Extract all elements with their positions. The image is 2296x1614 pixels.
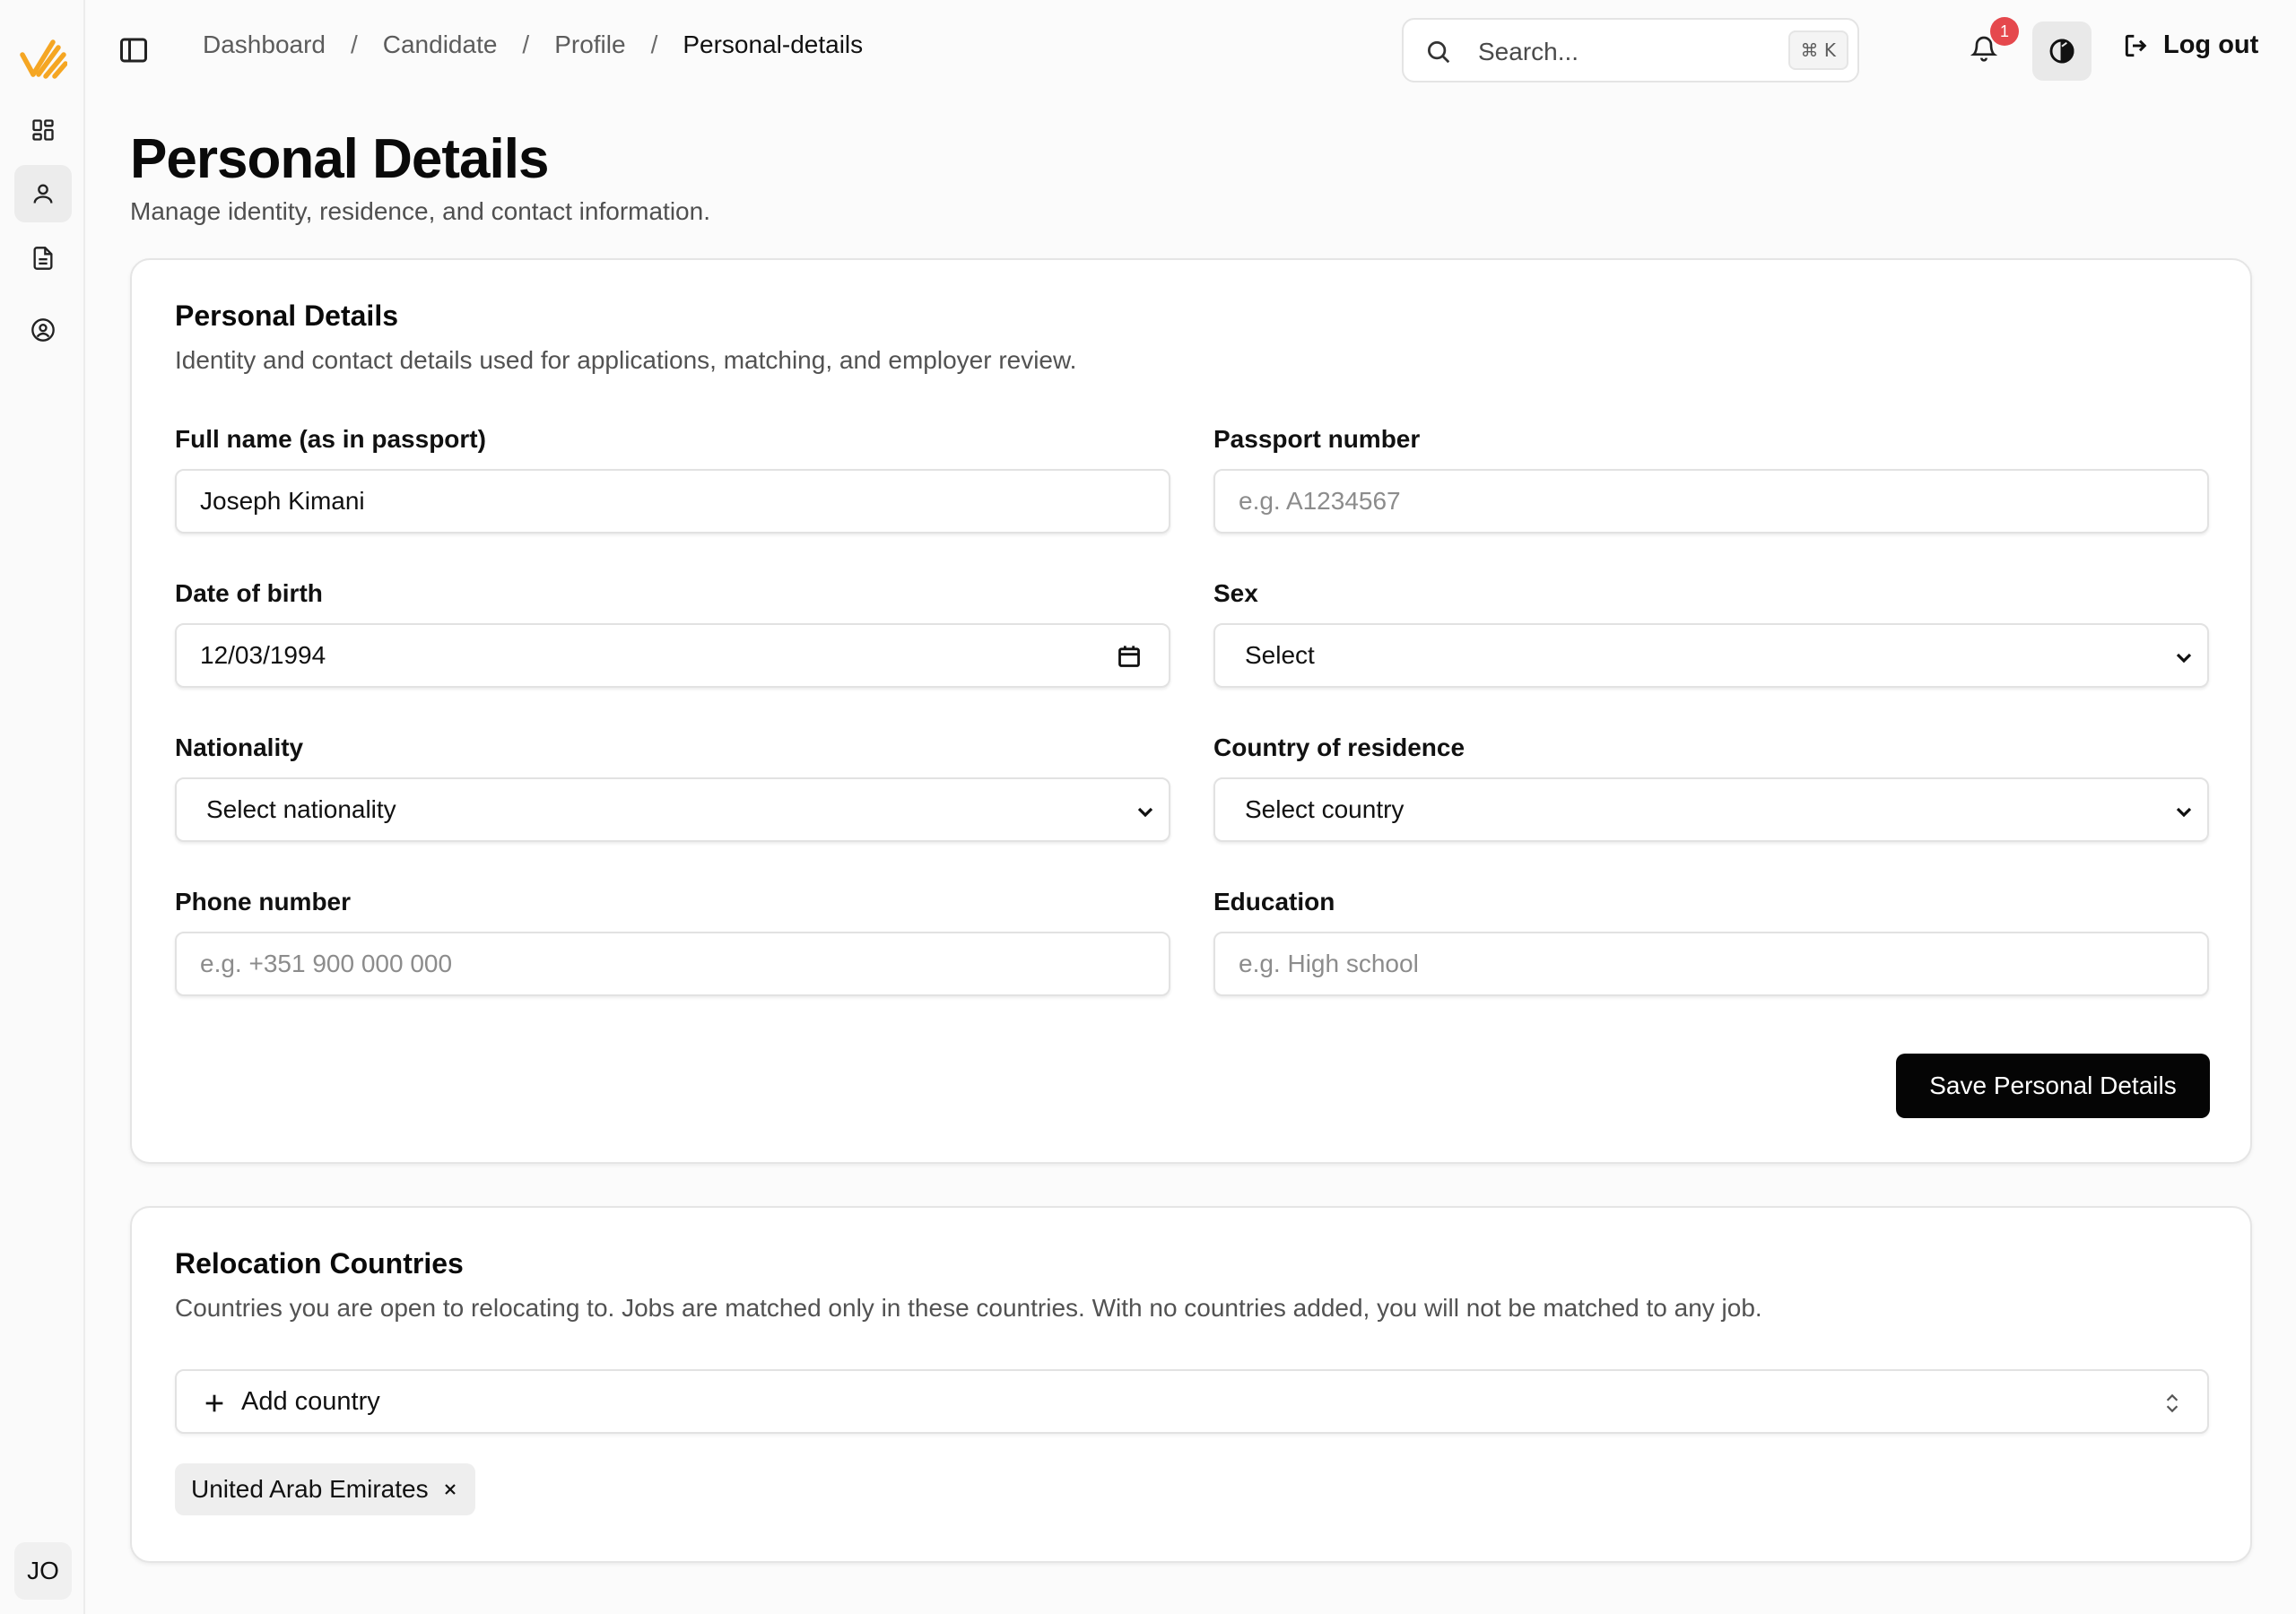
relocation-countries-card: Relocation Countries Countries you are o…	[130, 1206, 2252, 1563]
personal-card-title: Personal Details	[175, 299, 398, 332]
passport-number-label: Passport number	[1213, 425, 1421, 453]
user-circle-icon	[31, 318, 55, 342]
sex-select[interactable]: Select	[1213, 623, 2209, 688]
breadcrumb-separator: /	[522, 30, 530, 58]
country-chip: United Arab Emirates	[175, 1463, 475, 1515]
logout-icon	[2125, 34, 2147, 56]
country-chip-label: United Arab Emirates	[191, 1475, 429, 1503]
education-input[interactable]: e.g. High school	[1213, 932, 2209, 996]
sex-selected-value: Select	[1245, 641, 1315, 669]
page-title: Personal Details	[130, 128, 549, 190]
sex-label: Sex	[1213, 579, 1258, 607]
relocation-card-description: Countries you are open to relocating to.…	[175, 1294, 1762, 1322]
search-placeholder: Search...	[1478, 38, 1579, 65]
plus-icon	[205, 1394, 223, 1412]
sidebar-toggle-button[interactable]	[117, 34, 150, 66]
rail-dashboard-button[interactable]	[14, 101, 72, 159]
country-of-residence-label: Country of residence	[1213, 733, 1465, 761]
brand-logo-icon[interactable]	[19, 35, 68, 83]
add-country-label: Add country	[241, 1387, 380, 1416]
rail-profile-button[interactable]	[14, 165, 72, 222]
country-of-residence-selected-value: Select country	[1245, 795, 1405, 823]
add-country-combobox[interactable]: Add country	[175, 1369, 2209, 1434]
breadcrumb-profile[interactable]: Profile	[554, 30, 625, 59]
user-icon	[33, 184, 53, 204]
dashboard-icon	[32, 119, 54, 141]
avatar-initials: JO	[27, 1557, 59, 1584]
date-of-birth-input[interactable]: 12/03/1994	[175, 623, 1170, 688]
remove-country-close-icon[interactable]	[441, 1480, 459, 1498]
personal-details-card: Personal Details Identity and contact de…	[130, 258, 2252, 1164]
user-avatar[interactable]: JO	[14, 1542, 72, 1600]
chevrons-up-down-icon	[2166, 1393, 2179, 1413]
breadcrumb: Dashboard / Candidate / Profile / Person…	[203, 30, 863, 59]
sidebar-toggle-icon	[120, 38, 147, 63]
chevron-down-icon	[2176, 807, 2192, 818]
theme-toggle-button[interactable]	[2032, 22, 2092, 81]
notification-count-badge: 1	[1990, 17, 2019, 46]
chevron-down-icon	[2176, 653, 2192, 664]
document-icon	[33, 247, 53, 270]
logout-button[interactable]: Log out	[2122, 30, 2258, 60]
search-icon	[1428, 41, 1450, 64]
breadcrumb-separator: /	[350, 30, 358, 58]
full-name-value: Joseph Kimani	[200, 487, 365, 515]
search-shortcut-badge: ⌘ K	[1787, 30, 1848, 70]
education-placeholder: e.g. High school	[1239, 950, 1419, 977]
personal-card-description: Identity and contact details used for ap…	[175, 346, 1077, 374]
page-subtitle: Manage identity, residence, and contact …	[130, 197, 710, 225]
logout-label: Log out	[2163, 30, 2259, 59]
save-button-label: Save Personal Details	[1929, 1072, 2177, 1099]
phone-number-placeholder: e.g. +351 900 000 000	[200, 950, 453, 977]
date-of-birth-label: Date of birth	[175, 579, 323, 607]
phone-number-label: Phone number	[175, 888, 352, 915]
relocation-card-title: Relocation Countries	[175, 1247, 464, 1280]
passport-number-placeholder: e.g. A1234567	[1239, 487, 1401, 515]
search-input[interactable]: Search... ⌘ K	[1402, 18, 1859, 82]
contrast-icon	[2049, 39, 2074, 64]
app-root: JO Dashboard / Candidate / Profile / Per…	[0, 0, 2296, 1614]
nationality-label: Nationality	[175, 733, 304, 761]
calendar-icon[interactable]	[1117, 643, 1142, 670]
nationality-select[interactable]: Select nationality	[175, 777, 1170, 842]
breadcrumb-separator: /	[650, 30, 658, 58]
date-of-birth-value: 12/03/1994	[200, 641, 326, 669]
education-label: Education	[1213, 888, 1335, 915]
left-rail: JO	[0, 0, 85, 1614]
country-of-residence-select[interactable]: Select country	[1213, 777, 2209, 842]
nationality-selected-value: Select nationality	[206, 795, 396, 823]
top-bar: Dashboard / Candidate / Profile / Person…	[85, 0, 2296, 100]
full-name-input[interactable]: Joseph Kimani	[175, 469, 1170, 534]
full-name-label: Full name (as in passport)	[175, 425, 486, 453]
rail-account-button[interactable]	[14, 301, 72, 359]
rail-documents-button[interactable]	[14, 230, 72, 287]
breadcrumb-dashboard[interactable]: Dashboard	[203, 30, 326, 59]
phone-number-input[interactable]: e.g. +351 900 000 000	[175, 932, 1170, 996]
passport-number-input[interactable]: e.g. A1234567	[1213, 469, 2209, 534]
chevron-down-icon	[1137, 807, 1153, 818]
breadcrumb-candidate[interactable]: Candidate	[383, 30, 498, 59]
breadcrumb-current: Personal-details	[683, 30, 864, 58]
save-personal-details-button[interactable]: Save Personal Details	[1896, 1054, 2210, 1118]
